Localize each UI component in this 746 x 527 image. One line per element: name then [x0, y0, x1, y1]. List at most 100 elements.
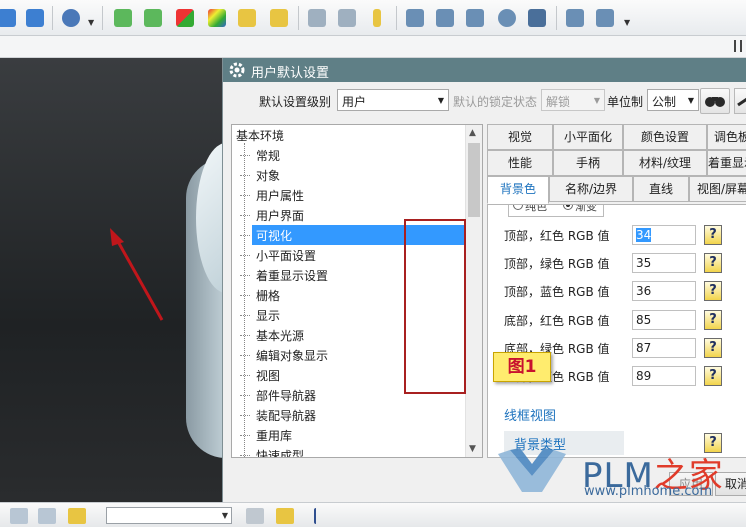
- lock-select[interactable]: 解锁 ▼: [541, 89, 605, 111]
- tab-visual[interactable]: 视觉: [487, 124, 553, 150]
- wand-icon[interactable]: [562, 5, 588, 31]
- rgb-values-highlight: [404, 219, 466, 394]
- assembly-icon[interactable]: [246, 508, 264, 524]
- watermark-url: www.plmhome.com: [584, 484, 713, 499]
- abc-label-icon[interactable]: [334, 5, 360, 31]
- solid-label: 纯色: [525, 205, 547, 213]
- plmhome-logo-icon: [498, 448, 566, 492]
- tree-scrollbar[interactable]: ▲ ▼: [465, 125, 482, 457]
- bottom-toolbar: ▼: [0, 502, 746, 527]
- find-default-button[interactable]: [700, 88, 730, 114]
- background-color-panel: 纯色 渐变 顶部，红色 RGB 值 34 ? 顶部，绿色 RGB 值 35 ? …: [487, 204, 746, 458]
- bottom-red-input[interactable]: 85: [632, 310, 696, 330]
- top-green-input[interactable]: 35: [632, 253, 696, 273]
- level-value: 用户: [342, 95, 367, 109]
- help-icon[interactable]: ?: [704, 253, 722, 273]
- toolbar-separator: [396, 6, 397, 30]
- toolbar-grip-icon[interactable]: [734, 40, 742, 52]
- scroll-thumb[interactable]: [468, 143, 480, 217]
- abc-label-icon[interactable]: [304, 5, 330, 31]
- chevron-down-icon: ▼: [687, 96, 694, 105]
- top-blue-input[interactable]: 36: [632, 281, 696, 301]
- tree-item[interactable]: 装配导航器: [240, 405, 464, 425]
- scroll-down-icon[interactable]: ▼: [469, 444, 476, 454]
- flag-icon[interactable]: [314, 508, 332, 524]
- tree-item[interactable]: 用户属性: [240, 185, 464, 205]
- lock-value: 解锁: [546, 95, 571, 109]
- toolbar-separator: [52, 6, 53, 30]
- grid-icon[interactable]: [462, 5, 488, 31]
- export-down-icon[interactable]: [140, 5, 166, 31]
- wireframe-section-title[interactable]: 线框视图: [504, 405, 556, 424]
- layout-icon[interactable]: [22, 5, 48, 31]
- tree-connector: [244, 143, 245, 457]
- bottom-blue-input[interactable]: 89: [632, 366, 696, 386]
- tree-item[interactable]: 常规: [240, 145, 464, 165]
- tool-icon[interactable]: [10, 508, 28, 524]
- gradient-label: 渐变: [575, 205, 597, 213]
- tab-material-texture[interactable]: 材料/纹理: [623, 150, 707, 176]
- tree-item[interactable]: 重用库: [240, 425, 464, 445]
- settings-tabs: 视觉 小平面化 颜色设置 调色板 性能 手柄 材料/纹理 着重显示 背景色 名称…: [487, 124, 746, 204]
- main-toolbar: ▼ ▼: [0, 0, 746, 36]
- tab-color-settings[interactable]: 颜色设置: [623, 124, 707, 150]
- tab-performance[interactable]: 性能: [487, 150, 553, 176]
- tab-line[interactable]: 直线: [633, 176, 689, 202]
- layout-icon[interactable]: [0, 5, 20, 31]
- folder-icon[interactable]: [592, 5, 618, 31]
- color-red-icon[interactable]: [172, 5, 198, 31]
- tree-item[interactable]: 快速成型: [240, 445, 464, 457]
- toolbar-separator: [298, 6, 299, 30]
- gradient-radio[interactable]: [563, 205, 573, 210]
- tool-icon[interactable]: [38, 508, 56, 524]
- figure-note: 图1: [493, 352, 551, 382]
- top-red-input[interactable]: 34: [632, 225, 696, 245]
- surface-icon[interactable]: [402, 5, 428, 31]
- tree-root[interactable]: 基本环境: [236, 127, 284, 144]
- assembly-icon[interactable]: [276, 508, 294, 524]
- box-icon[interactable]: [234, 5, 260, 31]
- settings-row: 默认设置级别 用户 ▼ 默认的锁定状态 解锁 ▼ 单位制 公制 ▼: [223, 88, 746, 114]
- import-up-icon[interactable]: [110, 5, 136, 31]
- graphics-viewport[interactable]: [0, 58, 222, 502]
- tab-name-border[interactable]: 名称/边界: [549, 176, 633, 202]
- tab-handles[interactable]: 手柄: [553, 150, 623, 176]
- unit-select[interactable]: 公制 ▼: [647, 89, 699, 111]
- help-icon[interactable]: ?: [704, 225, 722, 245]
- solid-radio[interactable]: [513, 205, 523, 210]
- scroll-up-icon[interactable]: ▲: [469, 128, 476, 138]
- param-row: 顶部，绿色 RGB 值 35 ?: [488, 249, 746, 277]
- bottom-green-input[interactable]: 87: [632, 338, 696, 358]
- help-icon[interactable]: ?: [704, 338, 722, 358]
- tab-background-color[interactable]: 背景色: [487, 176, 549, 204]
- help-icon[interactable]: ?: [704, 281, 722, 301]
- tab-palette[interactable]: 调色板: [707, 124, 746, 150]
- level-select[interactable]: 用户 ▼: [337, 89, 449, 111]
- gear-icon[interactable]: [58, 5, 84, 31]
- tab-view-screen[interactable]: 视图/屏幕: [689, 176, 746, 202]
- binoculars-icon: [705, 97, 725, 107]
- chevron-down-icon: ▼: [437, 96, 444, 105]
- box-new-icon[interactable]: [266, 5, 292, 31]
- tree-item[interactable]: 对象: [240, 165, 464, 185]
- tab-highlight[interactable]: 着重显示: [707, 150, 746, 176]
- tab-facet[interactable]: 小平面化: [553, 124, 623, 150]
- color-multi-icon[interactable]: [204, 5, 230, 31]
- help-icon[interactable]: ?: [704, 310, 722, 330]
- manage-button[interactable]: [734, 88, 746, 114]
- dialog-title: 用户默认设置: [251, 66, 330, 81]
- point-icon[interactable]: [494, 5, 520, 31]
- lock-label: 默认的锁定状态: [453, 95, 538, 109]
- tool-icon[interactable]: [68, 508, 86, 524]
- help-icon[interactable]: ?: [704, 366, 722, 386]
- filter-combo[interactable]: ▼: [106, 507, 232, 524]
- chevron-down-icon[interactable]: ▼: [88, 18, 94, 27]
- param-row: 底部，红色 RGB 值 85 ?: [488, 306, 746, 334]
- param-row: 顶部，红色 RGB 值 34 ?: [488, 221, 746, 249]
- mesh-icon[interactable]: [432, 5, 458, 31]
- cylinder-icon[interactable]: [364, 5, 390, 31]
- param-label: 顶部，红色 RGB 值: [504, 229, 610, 243]
- name-icon[interactable]: [524, 5, 550, 31]
- toolbar-separator: [102, 6, 103, 30]
- chevron-down-icon[interactable]: ▼: [624, 18, 630, 27]
